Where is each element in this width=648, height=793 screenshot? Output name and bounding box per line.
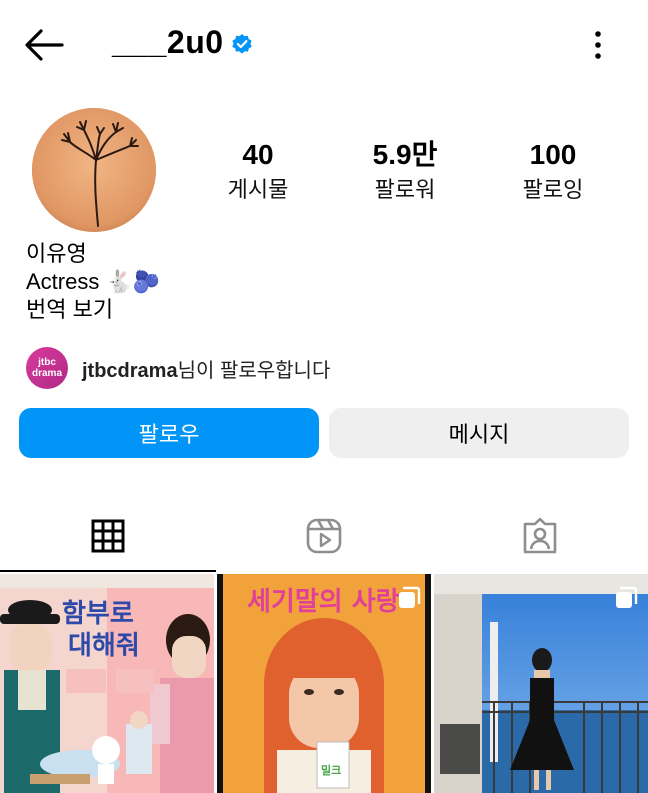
tab-tagged[interactable] <box>432 500 648 572</box>
svg-text:밀크: 밀크 <box>321 764 341 777</box>
followed-by-suffix: 님이 팔로우합니다 <box>177 359 331 382</box>
posts-label: 게시물 <box>227 177 289 202</box>
following-count: 100 <box>529 139 577 170</box>
profile-header: ___2u0 <box>0 0 648 90</box>
translate-bio-link[interactable]: 번역 보기 <box>26 296 160 324</box>
stat-followers[interactable]: 5.9만 팔로워 <box>345 138 465 206</box>
avatar-image <box>32 108 156 232</box>
stat-posts: 40 게시물 <box>198 138 318 206</box>
profile-avatar[interactable] <box>32 108 156 232</box>
profile-username: ___2u0 <box>112 24 224 60</box>
profile-bio: 이유영 Actress 🐇🫐 번역 보기 <box>26 240 160 324</box>
followers-count: 5.9만 <box>372 139 438 170</box>
jtbcdrama-avatar: jtbc drama <box>26 347 68 389</box>
followers-label: 팔로워 <box>374 177 436 202</box>
svg-text:대해줘: 대해줘 <box>68 631 140 661</box>
tab-posts-grid[interactable] <box>0 500 216 572</box>
post-thumbnail-2[interactable]: 세기말의 사랑 밀크 <box>217 574 431 793</box>
logo-text-drama: drama <box>31 368 62 379</box>
profile-display-name: 이유영 <box>26 241 87 266</box>
tagged-person-icon <box>523 518 557 554</box>
logo-text-jtbc: jtbc <box>38 357 56 368</box>
post-thumbnail-3[interactable] <box>434 574 648 793</box>
multi-image-icon <box>399 586 421 608</box>
post-thumbnail-1[interactable]: 함부로 대해줘 <box>0 574 214 793</box>
more-options-button[interactable] <box>584 28 612 62</box>
following-label: 팔로잉 <box>522 177 584 202</box>
reels-icon <box>306 518 342 554</box>
followed-by-text: jtbcdrama님이 팔로우합니다 <box>82 354 330 383</box>
followed-by-account: jtbcdrama <box>82 359 178 382</box>
svg-text:세기말의 사랑: 세기말의 사랑 <box>247 587 400 617</box>
verified-badge-icon <box>232 34 252 54</box>
multi-image-icon <box>616 586 638 608</box>
message-button[interactable]: 메시지 <box>329 408 629 458</box>
more-vertical-icon <box>595 31 601 59</box>
active-tab-indicator <box>0 570 216 572</box>
profile-tabs <box>0 500 648 572</box>
posts-count: 40 <box>242 139 274 170</box>
post-image-1: 함부로 대해줘 <box>0 574 214 793</box>
followed-by-row[interactable]: jtbc drama jtbcdrama님이 팔로우합니다 <box>26 346 330 390</box>
follow-button[interactable]: 팔로우 <box>19 408 319 458</box>
arrow-left-icon <box>25 29 64 61</box>
back-button[interactable] <box>22 26 66 64</box>
tab-reels[interactable] <box>216 500 432 572</box>
svg-text:함부로: 함부로 <box>62 599 134 629</box>
stat-following[interactable]: 100 팔로잉 <box>493 138 613 206</box>
grid-icon <box>91 519 125 553</box>
posts-grid: 함부로 대해줘 세기말의 사랑 밀크 <box>0 574 648 793</box>
profile-description: Actress 🐇🫐 <box>26 269 161 294</box>
